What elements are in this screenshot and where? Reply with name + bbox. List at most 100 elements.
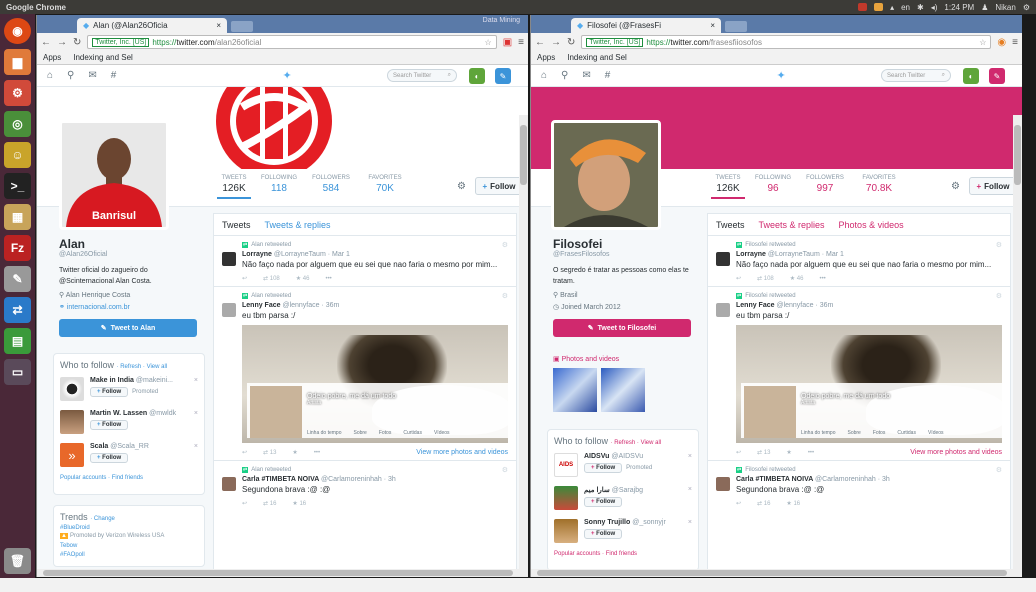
follow-gear-icon[interactable]: ⚙ (502, 292, 508, 300)
scroll-thumb[interactable] (537, 570, 1007, 576)
bookmark-apps[interactable]: Apps (537, 53, 555, 62)
follow-gear-icon[interactable]: ⚙ (996, 466, 1002, 474)
media-thumbnail[interactable] (601, 368, 645, 412)
more-icon[interactable]: ••• (325, 276, 331, 282)
address-bar[interactable]: Twitter, Inc. [US] https://twitter.com/a… (87, 35, 497, 49)
notifications-icon[interactable]: ⚲ (67, 70, 74, 81)
reply-icon[interactable]: ↩ (736, 275, 741, 282)
name-text[interactable]: Scala (90, 443, 108, 450)
view-more-media-link[interactable]: View more photos and videos (910, 449, 1002, 456)
tweet-avatar[interactable] (222, 477, 236, 491)
suggestion-follow-button[interactable]: + Follow (584, 497, 623, 507)
stat-following[interactable]: FOLLOWING 96 (753, 175, 793, 194)
follow-gear-icon[interactable]: ⚙ (502, 466, 508, 474)
menu-icon[interactable]: ≡ (518, 37, 524, 48)
bookmark-indexing[interactable]: Indexing and Sel (73, 53, 133, 62)
extension-icon[interactable]: ▣ (503, 37, 512, 48)
suggestion-follow-button[interactable]: + Follow (90, 453, 129, 463)
refresh-text[interactable]: Refresh (614, 440, 635, 446)
name-text[interactable]: Martin W. Lassen (90, 410, 147, 417)
search-input[interactable]: Search Twitter ⌕ (387, 69, 457, 82)
suggestion-follow-button[interactable]: + Follow (90, 420, 129, 430)
favorite-button[interactable]: ★ (786, 449, 791, 456)
dismiss-icon[interactable]: × (688, 486, 692, 493)
follow-button[interactable]: + Follow (475, 177, 523, 195)
tab-tweets[interactable]: Tweets (716, 220, 745, 230)
tweet-to-button[interactable]: ✎ Tweet to Alan (59, 319, 197, 337)
reply-icon[interactable]: ↩ (242, 275, 247, 282)
view-all-text[interactable]: View all (641, 440, 662, 446)
tweet-author[interactable]: Lorrayne @LorrayneTaum · Mar 1 (242, 251, 508, 258)
tab-tweets-replies[interactable]: Tweets & replies (759, 220, 825, 230)
photos-videos-link[interactable]: ▣ Photos and videos (553, 355, 619, 363)
tweet[interactable]: ⇄ Alan retweeted Carla #TIMBETA NOIVA @Ca… (214, 461, 516, 511)
favorite-button[interactable]: ★ 16 (786, 500, 800, 507)
software-center-icon[interactable]: ▦ (4, 204, 31, 230)
trend-item[interactable]: Tebow (60, 543, 198, 549)
tweet-avatar[interactable] (716, 303, 730, 317)
forward-icon[interactable]: → (57, 37, 67, 48)
forward-icon[interactable]: → (551, 37, 561, 48)
photos-label[interactable]: Photos and videos (562, 356, 620, 363)
retweet-button[interactable]: ⇄ 16 (263, 500, 276, 507)
terminal-icon[interactable]: >_ (4, 173, 31, 199)
ubuntu-dash-icon[interactable]: ◉ (4, 18, 31, 44)
chrome-indicator-icon[interactable] (874, 3, 884, 11)
tab-photos-videos[interactable]: Photos & videos (839, 220, 904, 230)
trend-item[interactable]: #FAOpoll (60, 552, 198, 558)
author-name[interactable]: Carla #TIMBETA NOIVA (242, 476, 319, 483)
power-icon[interactable]: ⚙ (1023, 3, 1030, 12)
scroll-thumb[interactable] (520, 125, 527, 185)
stat-followers[interactable]: FOLLOWERS 997 (803, 175, 847, 194)
stat-following[interactable]: FOLLOWING 118 (259, 175, 299, 194)
home-icon[interactable]: ⌂ (541, 70, 547, 81)
keyboard-lang[interactable]: en (901, 3, 910, 12)
suggestion-name[interactable]: Martin W. Lassen @mwldk (90, 410, 176, 417)
new-tab-button[interactable] (231, 21, 253, 32)
messages-icon[interactable]: ✉ (582, 70, 590, 81)
retweet-button[interactable]: ⇄ 13 (757, 449, 770, 456)
vertical-scrollbar[interactable] (519, 115, 528, 577)
text-editor-icon[interactable]: ✎ (4, 266, 31, 292)
twitter-logo-icon[interactable]: ✦ (777, 69, 786, 82)
tweet-author[interactable]: Lenny Face @lennyface · 36m (736, 302, 1002, 309)
follow-gear-icon[interactable]: ⚙ (996, 292, 1002, 300)
tweet-avatar[interactable] (222, 252, 236, 266)
bookmark-indexing[interactable]: Indexing and Sel (567, 53, 627, 62)
back-icon[interactable]: ← (535, 37, 545, 48)
stat-followers[interactable]: FOLLOWERS 584 (309, 175, 353, 194)
favorite-button[interactable]: ★ 46 (296, 275, 310, 282)
profile-website[interactable]: ⚭ internacional.com.br (59, 303, 130, 311)
stat-tweets[interactable]: TWEETS 126K (217, 175, 251, 199)
tweet[interactable]: ⇄ Alan retweeted Lorrayne @LorrayneTaum ·… (214, 236, 516, 287)
gear-icon[interactable]: ⚙ (457, 181, 466, 192)
suggestion-follow-button[interactable]: + Follow (584, 463, 623, 473)
notifications-icon[interactable]: ⚲ (561, 70, 568, 81)
suggestion-name[interactable]: سارا ميم @Sarajbg (584, 486, 643, 494)
retweet-button[interactable]: ⇄ 16 (757, 500, 770, 507)
trash-icon[interactable]: 🗑 (4, 548, 31, 574)
dismiss-icon[interactable]: × (688, 519, 692, 526)
refresh-link[interactable]: · Refresh · View all (117, 364, 168, 370)
follow-gear-icon[interactable]: ⚙ (996, 241, 1002, 249)
stat-tweets[interactable]: TWEETS 126K (711, 175, 745, 199)
favorite-button[interactable]: ★ (292, 449, 297, 456)
tweet[interactable]: ⇄ Filosofei retweeted Lorrayne @LorrayneT… (708, 236, 1010, 287)
tweet-avatar[interactable] (222, 303, 236, 317)
indicator-red-icon[interactable] (858, 3, 868, 11)
wtf-footer[interactable]: Popular accounts · Find friends (554, 551, 692, 557)
horizontal-scrollbar[interactable] (531, 569, 1013, 577)
profile-avatar[interactable] (551, 120, 661, 230)
follow-button[interactable]: + Follow (969, 177, 1017, 195)
stat-favorites[interactable]: FAVORITES 70.8K (857, 175, 901, 194)
dismiss-icon[interactable]: × (688, 453, 692, 460)
browser-tab[interactable]: ◆ Filosofei (@FrasesFi × (571, 18, 721, 33)
author-name[interactable]: Lenny Face (736, 302, 775, 309)
favorite-button[interactable]: ★ 46 (790, 275, 804, 282)
clock[interactable]: 1:24 PM (944, 3, 974, 12)
bookmark-star-icon[interactable]: ☆ (485, 38, 492, 47)
menu-icon[interactable]: ≡ (1012, 37, 1018, 48)
suggestion-avatar[interactable] (60, 377, 84, 401)
chrome-icon[interactable]: ◎ (4, 111, 31, 137)
suggestion-avatar[interactable] (60, 410, 84, 434)
